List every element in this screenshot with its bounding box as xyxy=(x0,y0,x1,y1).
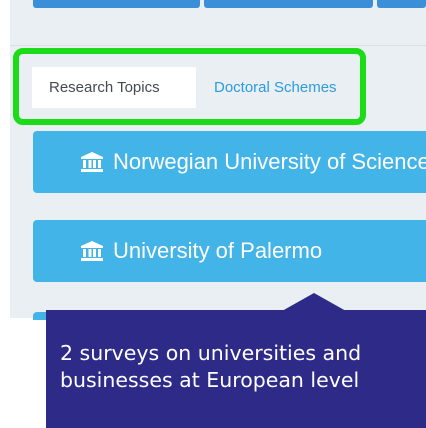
callout-arrow xyxy=(282,293,346,311)
section-divider xyxy=(10,45,426,46)
tabs-highlight-box xyxy=(13,48,366,125)
institution-icon xyxy=(81,152,103,172)
top-tag[interactable] xyxy=(204,0,374,8)
institution-icon xyxy=(81,241,103,261)
university-button-palermo[interactable]: University of Palermo xyxy=(33,220,426,282)
university-name: University of Palermo xyxy=(113,238,323,263)
callout-text: 2 surveys on universities and businesses… xyxy=(60,340,420,394)
top-tag[interactable] xyxy=(377,0,426,8)
callout-line: businesses at European level xyxy=(60,368,360,392)
top-tag-strip xyxy=(33,0,426,8)
university-name: Norwegian University of Science xyxy=(113,149,426,174)
university-button-norwegian[interactable]: Norwegian University of Science xyxy=(33,131,426,193)
top-tag[interactable] xyxy=(33,0,201,8)
callout-line: 2 surveys on universities and xyxy=(60,341,362,365)
